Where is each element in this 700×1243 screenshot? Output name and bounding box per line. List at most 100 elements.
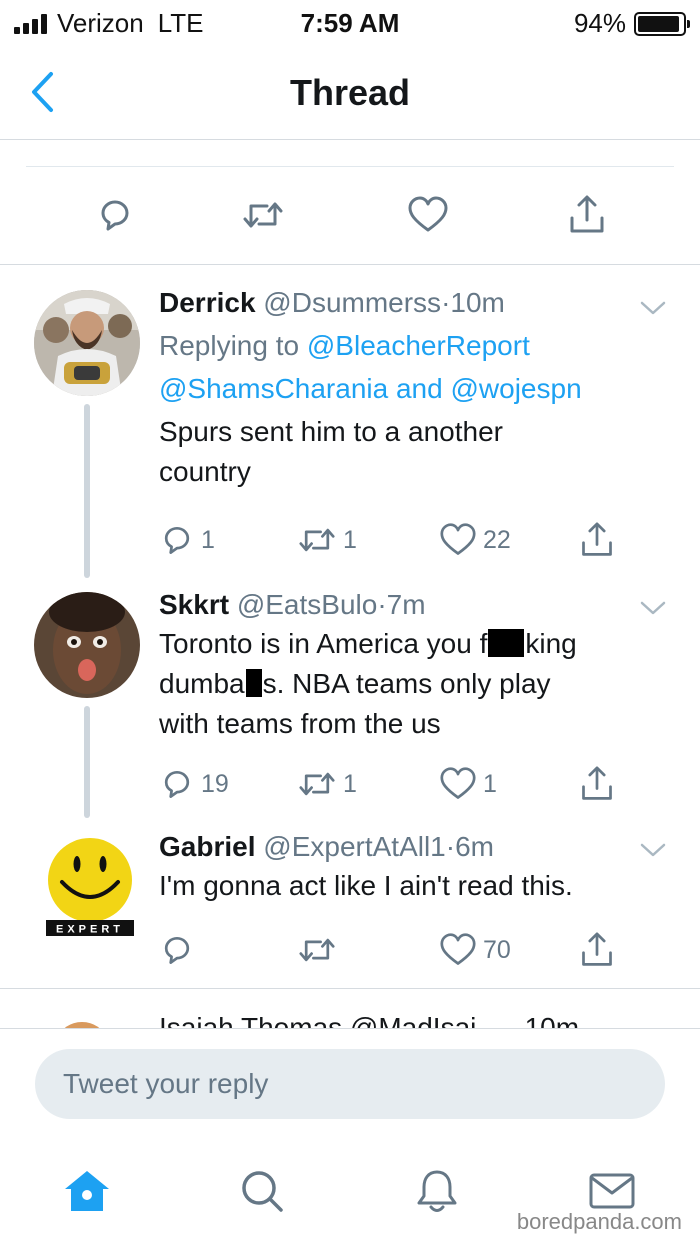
mention-link[interactable]: @ShamsCharania — [159, 373, 388, 404]
page-title: Thread — [289, 72, 411, 113]
replying-to: Replying to @BleacherReport @ShamsCharan… — [159, 324, 680, 410]
reply-input[interactable] — [35, 1049, 665, 1119]
tweet-actions: 1 1 22 — [159, 522, 639, 558]
tab-home[interactable] — [57, 1161, 117, 1221]
censor-block — [245, 669, 262, 697]
retweet-icon — [299, 938, 335, 962]
user-name[interactable]: Skkrt — [159, 589, 229, 620]
like-count: 70 — [483, 935, 511, 964]
reply-count: 19 — [201, 769, 229, 798]
tweet-text-fragment: s. NBA teams only play — [262, 668, 551, 699]
user-handle[interactable]: @ExpertAtAll1 — [263, 831, 446, 862]
like-count: 22 — [483, 525, 511, 554]
tweet-text: Spurs sent him to a another country — [159, 412, 680, 492]
reply-icon — [101, 200, 129, 231]
divider — [0, 988, 700, 989]
share-icon — [582, 766, 612, 800]
share-button[interactable] — [579, 766, 615, 802]
tab-notifications[interactable] — [407, 1161, 467, 1221]
separator-dot: · — [441, 287, 451, 318]
share-button[interactable] — [562, 190, 612, 240]
chevron-down-icon[interactable] — [638, 598, 668, 618]
status-bar: Verizon LTE 7:59 AM 94% — [0, 0, 700, 46]
censor-block — [488, 629, 525, 657]
tweet-text-line: Spurs sent him to a another — [159, 416, 503, 447]
share-button[interactable] — [579, 932, 615, 968]
chevron-down-icon[interactable] — [638, 298, 668, 318]
replying-to-label: Replying to — [159, 330, 300, 361]
user-name[interactable]: Isaiah Thomas @MadIsai... · 10m — [159, 1012, 579, 1028]
retweet-button[interactable]: 1 — [297, 522, 357, 558]
tweet-text-fragment: king — [525, 628, 577, 659]
reply-icon — [164, 936, 190, 964]
reply-button[interactable]: 19 — [159, 766, 229, 802]
retweet-button[interactable]: 1 — [297, 766, 357, 802]
share-button[interactable] — [579, 522, 615, 558]
reply-button[interactable] — [90, 190, 140, 240]
tweet-text-line: country — [159, 456, 251, 487]
replying-to-and: and — [395, 373, 443, 404]
user-name[interactable]: Derrick — [159, 287, 256, 318]
tweet-gabriel[interactable]: EXPERT Gabriel @ExpertAtAll1·6m I'm gonn… — [0, 826, 700, 988]
user-handle[interactable]: @Dsummerss — [263, 287, 441, 318]
retweet-button[interactable] — [238, 190, 288, 240]
reply-count: 1 — [201, 525, 215, 554]
user-name[interactable]: Gabriel — [159, 831, 255, 862]
battery-percent: 94% — [573, 8, 626, 38]
avatar[interactable] — [34, 290, 140, 396]
like-button[interactable]: 70 — [439, 932, 511, 968]
share-icon — [582, 932, 612, 966]
user-handle[interactable]: @EatsBulo — [237, 589, 378, 620]
reply-button[interactable] — [159, 932, 201, 968]
like-button[interactable] — [403, 190, 453, 240]
mention-link[interactable]: @wojespn — [450, 373, 581, 404]
nav-bar: Thread — [0, 46, 700, 140]
retweet-button[interactable] — [297, 932, 343, 968]
retweet-icon — [299, 528, 335, 552]
tweet-skkrt[interactable]: Skkrt @EatsBulo·7m Toronto is in America… — [0, 584, 700, 824]
tweet-text-fragment: dumba — [159, 668, 245, 699]
search-icon — [242, 1171, 283, 1212]
like-button[interactable]: 22 — [439, 522, 511, 558]
tweet-text: Toronto is in America you f king dumba s. … — [159, 624, 680, 744]
thread-line — [84, 404, 90, 578]
tweet-actions: 70 — [159, 932, 639, 968]
watermark: boredpanda.com — [516, 1209, 682, 1234]
like-count: 1 — [483, 769, 497, 798]
heart-icon — [440, 933, 476, 965]
mail-icon — [589, 1173, 635, 1209]
divider — [26, 166, 674, 167]
separator-dot: · — [377, 589, 387, 620]
bell-icon — [417, 1170, 457, 1212]
retweet-icon — [299, 772, 335, 796]
share-icon — [582, 522, 612, 556]
heart-icon — [440, 523, 476, 555]
tweet-text: I'm gonna act like I ain't read this. — [159, 870, 573, 901]
avatar[interactable] — [58, 1014, 106, 1028]
timestamp: 7m — [386, 589, 426, 620]
reply-button[interactable]: 1 — [159, 522, 215, 558]
tweet-partial[interactable]: Isaiah Thomas @MadIsai... · 10m — [0, 1006, 700, 1028]
retweet-icon — [243, 202, 283, 228]
timestamp: 6m — [455, 831, 494, 862]
thread-line — [84, 706, 90, 818]
like-button[interactable]: 1 — [439, 766, 497, 802]
mention-link[interactable]: @BleacherReport — [307, 330, 530, 361]
tweet-derrick[interactable]: Derrick @Dsummerss·10m Replying to @Blea… — [0, 264, 700, 584]
main-tweet-actions — [0, 190, 700, 246]
home-icon — [65, 1171, 109, 1211]
reply-bar: boredpanda.com — [0, 1028, 700, 1243]
timestamp: 10m — [450, 287, 505, 318]
retweet-count: 1 — [343, 769, 357, 798]
retweet-count: 1 — [343, 525, 357, 554]
share-icon — [570, 195, 604, 233]
reply-icon — [164, 526, 190, 554]
heart-icon — [440, 767, 476, 799]
avatar[interactable] — [34, 592, 140, 698]
tweet-actions: 19 1 1 — [159, 766, 639, 802]
avatar[interactable]: EXPERT — [42, 834, 138, 940]
tab-search[interactable] — [232, 1161, 292, 1221]
tweet-text-fragment: Toronto is in America you f — [159, 628, 488, 659]
chevron-down-icon[interactable] — [638, 840, 668, 860]
reply-icon — [164, 770, 190, 798]
